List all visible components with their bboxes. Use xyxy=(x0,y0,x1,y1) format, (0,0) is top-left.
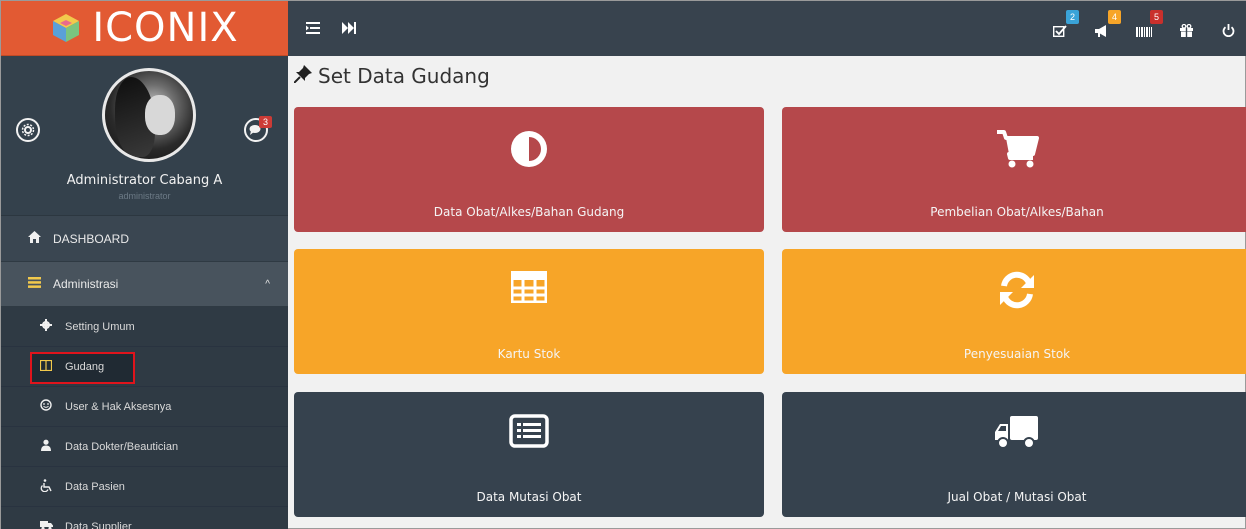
smile-icon xyxy=(39,399,53,414)
sidebar-item-administrasi[interactable]: Administrasi ^ xyxy=(1,262,288,307)
barcode-badge: 5 xyxy=(1149,10,1163,24)
sidebar-item-label: User & Hak Aksesnya xyxy=(65,400,172,413)
columns-icon xyxy=(39,359,53,374)
sidebar-item-label: Setting Umum xyxy=(65,320,135,333)
tile-label: Data Obat/Alkes/Bahan Gudang xyxy=(433,205,625,219)
tile-pembelian-obat[interactable]: Pembelian Obat/Alkes/Bahan xyxy=(782,107,1246,232)
sidebar-item-user-hak-akses[interactable]: User & Hak Aksesnya xyxy=(1,387,288,427)
sidebar-item-label: Data Dokter/Beautician xyxy=(65,440,179,453)
sidebar-item-label: Data Pasien xyxy=(65,480,125,493)
tile-label: Penyesuaian Stok xyxy=(963,347,1071,361)
logo-cube-icon xyxy=(50,12,82,44)
top-bar: 2 4 5 xyxy=(288,1,1246,56)
tile-penyesuaian-stok[interactable]: Penyesuaian Stok xyxy=(782,249,1246,374)
sidebar: ICONIX 3 Administrator Cabang A administ… xyxy=(1,1,288,529)
sidebar-item-label: Gudang xyxy=(65,360,105,373)
list-alt-icon xyxy=(294,414,764,448)
logo-text: ICONIX xyxy=(92,5,239,51)
sidebar-item-data-pasien[interactable]: Data Pasien xyxy=(1,467,288,507)
user-md-icon xyxy=(39,439,53,454)
power-icon[interactable] xyxy=(1217,13,1239,37)
truck-icon xyxy=(782,414,1246,450)
barcode-icon[interactable]: 5 xyxy=(1133,10,1163,37)
logo[interactable]: ICONIX xyxy=(1,1,288,56)
sidebar-item-label: Data Supplier xyxy=(65,520,132,529)
profile-name: Administrator Cabang A xyxy=(66,173,223,188)
page-title-text: Set Data Gudang xyxy=(318,64,490,88)
tasks-badge: 2 xyxy=(1065,10,1079,24)
tasks-icon[interactable]: 2 xyxy=(1049,10,1079,37)
gift-icon[interactable] xyxy=(1175,13,1197,37)
sidebar-item-dashboard[interactable]: DASHBOARD xyxy=(1,216,288,262)
tile-label: Kartu Stok xyxy=(497,347,561,361)
chevron-up-icon: ^ xyxy=(265,278,270,290)
avatar[interactable] xyxy=(102,68,196,162)
sidebar-item-label: DASHBOARD xyxy=(53,231,130,246)
truck-icon xyxy=(39,520,53,529)
profile-role: administrator xyxy=(118,191,171,201)
settings-cog-icon[interactable] xyxy=(16,118,40,142)
tile-label: Jual Obat / Mutasi Obat xyxy=(947,490,1087,504)
tile-label: Data Mutasi Obat xyxy=(476,490,582,504)
table-icon xyxy=(294,271,764,303)
adjust-icon xyxy=(294,129,764,169)
sidebar-item-label: Administrasi xyxy=(53,277,119,291)
messages-badge: 3 xyxy=(259,116,273,128)
tile-label: Pembelian Obat/Alkes/Bahan xyxy=(930,205,1104,219)
bullhorn-icon[interactable]: 4 xyxy=(1091,10,1121,37)
tile-data-mutasi-obat[interactable]: Data Mutasi Obat xyxy=(294,392,764,517)
main-content: Set Data Gudang Data Obat/Alkes/Bahan Gu… xyxy=(288,56,1246,529)
wheelchair-icon xyxy=(39,478,53,495)
refresh-icon xyxy=(782,271,1246,309)
fast-forward-icon[interactable] xyxy=(342,21,356,37)
sidebar-item-setting-umum[interactable]: Setting Umum xyxy=(1,307,288,347)
sidebar-item-data-dokter[interactable]: Data Dokter/Beautician xyxy=(1,427,288,467)
tile-kartu-stok[interactable]: Kartu Stok xyxy=(294,249,764,374)
menu-toggle-icon[interactable] xyxy=(306,21,320,37)
gear-icon xyxy=(39,319,53,334)
list-icon xyxy=(27,277,41,291)
sidebar-item-gudang[interactable]: Gudang xyxy=(1,347,288,387)
sidebar-item-data-supplier[interactable]: Data Supplier xyxy=(1,507,288,529)
cart-icon xyxy=(782,129,1246,169)
pushpin-icon xyxy=(293,64,312,88)
tile-data-obat-gudang[interactable]: Data Obat/Alkes/Bahan Gudang xyxy=(294,107,764,232)
tile-jual-obat[interactable]: Jual Obat / Mutasi Obat xyxy=(782,392,1246,517)
profile-panel: 3 Administrator Cabang A administrator xyxy=(1,56,288,216)
announcements-badge: 4 xyxy=(1107,10,1121,24)
home-icon xyxy=(27,231,41,246)
page-title: Set Data Gudang xyxy=(293,64,490,88)
